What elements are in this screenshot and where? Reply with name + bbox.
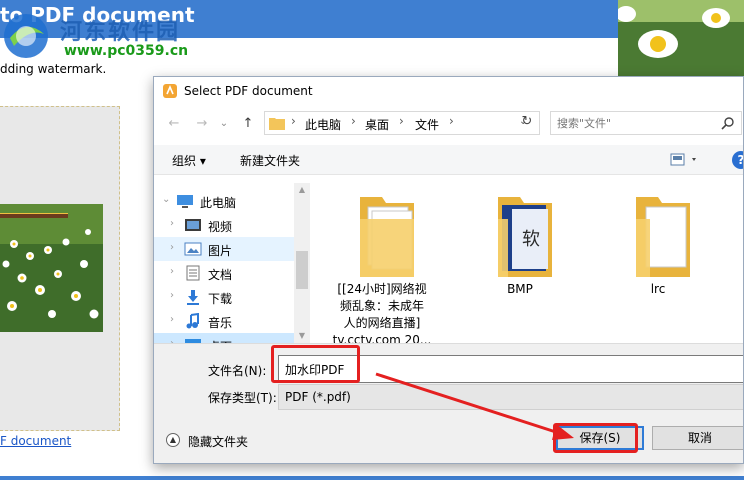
breadcrumb-files[interactable]: 文件 [415,116,439,133]
dialog-titlebar: Select PDF document [154,77,743,105]
dialog-title: Select PDF document [184,84,313,98]
filetype-label: 保存类型(T): [208,391,277,405]
filename-label: 文件名(N): [208,364,267,378]
nav-item-label: 图片 [208,244,233,258]
cancel-button[interactable]: 取消 [652,426,743,450]
watermark-site-name: 河东软件园 [60,20,181,45]
file-list: [[24小时]网络视 频乱象：未成年 人的网络直播] tv.cctv.com 2… [314,183,743,343]
search-icon[interactable] [721,116,735,130]
organize-button[interactable]: 组织 ▾ [172,152,206,169]
annotation-highlight-save [553,423,638,453]
daisy-photo [0,204,103,332]
help-button[interactable]: ? [732,151,743,169]
documents-icon [186,265,200,281]
nav-item-videos[interactable]: › 视频 [154,213,294,237]
annotation-highlight-filename [271,345,360,383]
search-box[interactable] [550,111,742,135]
svg-text:软: 软 [522,229,540,250]
scrollbar-thumb[interactable] [296,251,308,289]
expand-chevron-icon[interactable]: › [170,290,174,301]
file-item-label: BMP [468,281,572,298]
navigation-pane: ⌄ 此电脑 › 视频 › 图片 › 文档 › 下载 › 音乐 [154,183,310,343]
collapse-up-icon: ▲ [166,433,180,447]
save-dialog: Select PDF document ← → ⌄ ↑ › 此电脑 › 桌面 ›… [153,76,744,464]
folder-icon: 软 [498,197,552,277]
breadcrumb-this-pc[interactable]: 此电脑 [305,116,341,133]
hide-folders-label: 隐藏文件夹 [188,435,249,449]
select-document-link[interactable]: F document [0,434,71,448]
up-button[interactable]: ↑ [238,114,258,134]
breadcrumb-separator: › [449,114,454,128]
watermark-url: www.pc0359.cn [64,43,189,59]
expand-chevron-icon[interactable]: › [170,242,174,253]
music-icon [186,313,199,329]
refresh-icon[interactable]: ↻ [518,113,536,131]
file-item-bmp-folder[interactable]: 软 BMP [468,183,572,343]
breadcrumb-separator: › [351,114,356,128]
expand-chevron-icon[interactable]: › [170,314,174,325]
forward-button[interactable]: → [192,114,212,134]
breadcrumb-desktop[interactable]: 桌面 [365,116,389,133]
nav-scrollbar[interactable]: ▲ ▼ [294,183,310,343]
collapse-chevron-icon[interactable]: ⌄ [162,194,170,205]
back-button[interactable]: ← [164,114,184,134]
file-label-line: tv.cctv.com 20... [332,333,432,343]
new-folder-button[interactable]: 新建文件夹 [240,152,300,169]
view-options-icon[interactable] [670,152,700,168]
save-form: 文件名(N): 保存类型(T): PDF (*.pdf) ▲ 隐藏文件夹 保存(… [154,343,743,463]
file-label-line: 人的网络直播] [343,316,421,330]
folder-icon [360,197,414,277]
nav-item-label: 下载 [208,292,233,306]
file-label-line: 频乱象：未成年 [339,299,424,313]
file-item-label: lrc [606,281,710,298]
app-bottom-bar [0,476,744,480]
folder-icon [636,197,690,277]
folder-icon [269,118,285,130]
address-row: ← → ⌄ ↑ › 此电脑 › 桌面 › 文件 › ⌄ ↻ [154,111,743,137]
expand-chevron-icon[interactable]: › [170,266,174,277]
nav-item-this-pc[interactable]: ⌄ 此电脑 [154,189,294,213]
downloads-icon [187,290,199,305]
nav-item-documents[interactable]: › 文档 [154,261,294,285]
video-icon [185,219,201,231]
scroll-up-icon[interactable]: ▲ [297,185,307,195]
recent-locations-chevron-icon[interactable]: ⌄ [214,114,234,134]
search-input[interactable] [557,115,707,131]
app-icon [163,84,177,98]
file-item-video-folder[interactable]: [[24小时]网络视 频乱象：未成年 人的网络直播] tv.cctv.com 2… [330,183,434,343]
nav-item-downloads[interactable]: › 下载 [154,285,294,309]
watermark-logo [4,14,48,58]
expand-chevron-icon[interactable]: › [170,218,174,229]
pictures-icon [184,242,202,256]
nav-item-label: 音乐 [208,316,233,330]
file-item-label: [[24小时]网络视 频乱象：未成年 人的网络直播] tv.cctv.com 2… [330,281,434,343]
file-label-line: [[24小时]网络视 [337,282,427,296]
scroll-down-icon[interactable]: ▼ [297,331,307,341]
file-label-line: BMP [507,282,533,296]
command-toolbar: 组织 ▾ 新建文件夹 ? [154,145,743,175]
nav-item-label: 此电脑 [200,196,237,210]
progress-bar [0,213,68,218]
address-bar[interactable]: › 此电脑 › 桌面 › 文件 › ⌄ [264,111,540,135]
breadcrumb-separator: › [291,114,296,128]
daisy-banner-photo [618,0,744,76]
nav-item-pictures[interactable]: › 图片 [154,237,294,261]
nav-item-music[interactable]: › 音乐 [154,309,294,333]
filetype-select[interactable]: PDF (*.pdf) [278,384,743,410]
breadcrumb-separator: › [399,114,404,128]
file-item-lrc-folder[interactable]: lrc [606,183,710,343]
nav-item-desktop[interactable]: › 桌面 [154,333,294,343]
nav-item-label: 文档 [208,268,233,282]
computer-icon [177,195,193,208]
file-label-line: lrc [650,282,666,296]
nav-item-label: 视频 [208,220,233,234]
app-subtitle: dding watermark. [0,62,107,76]
